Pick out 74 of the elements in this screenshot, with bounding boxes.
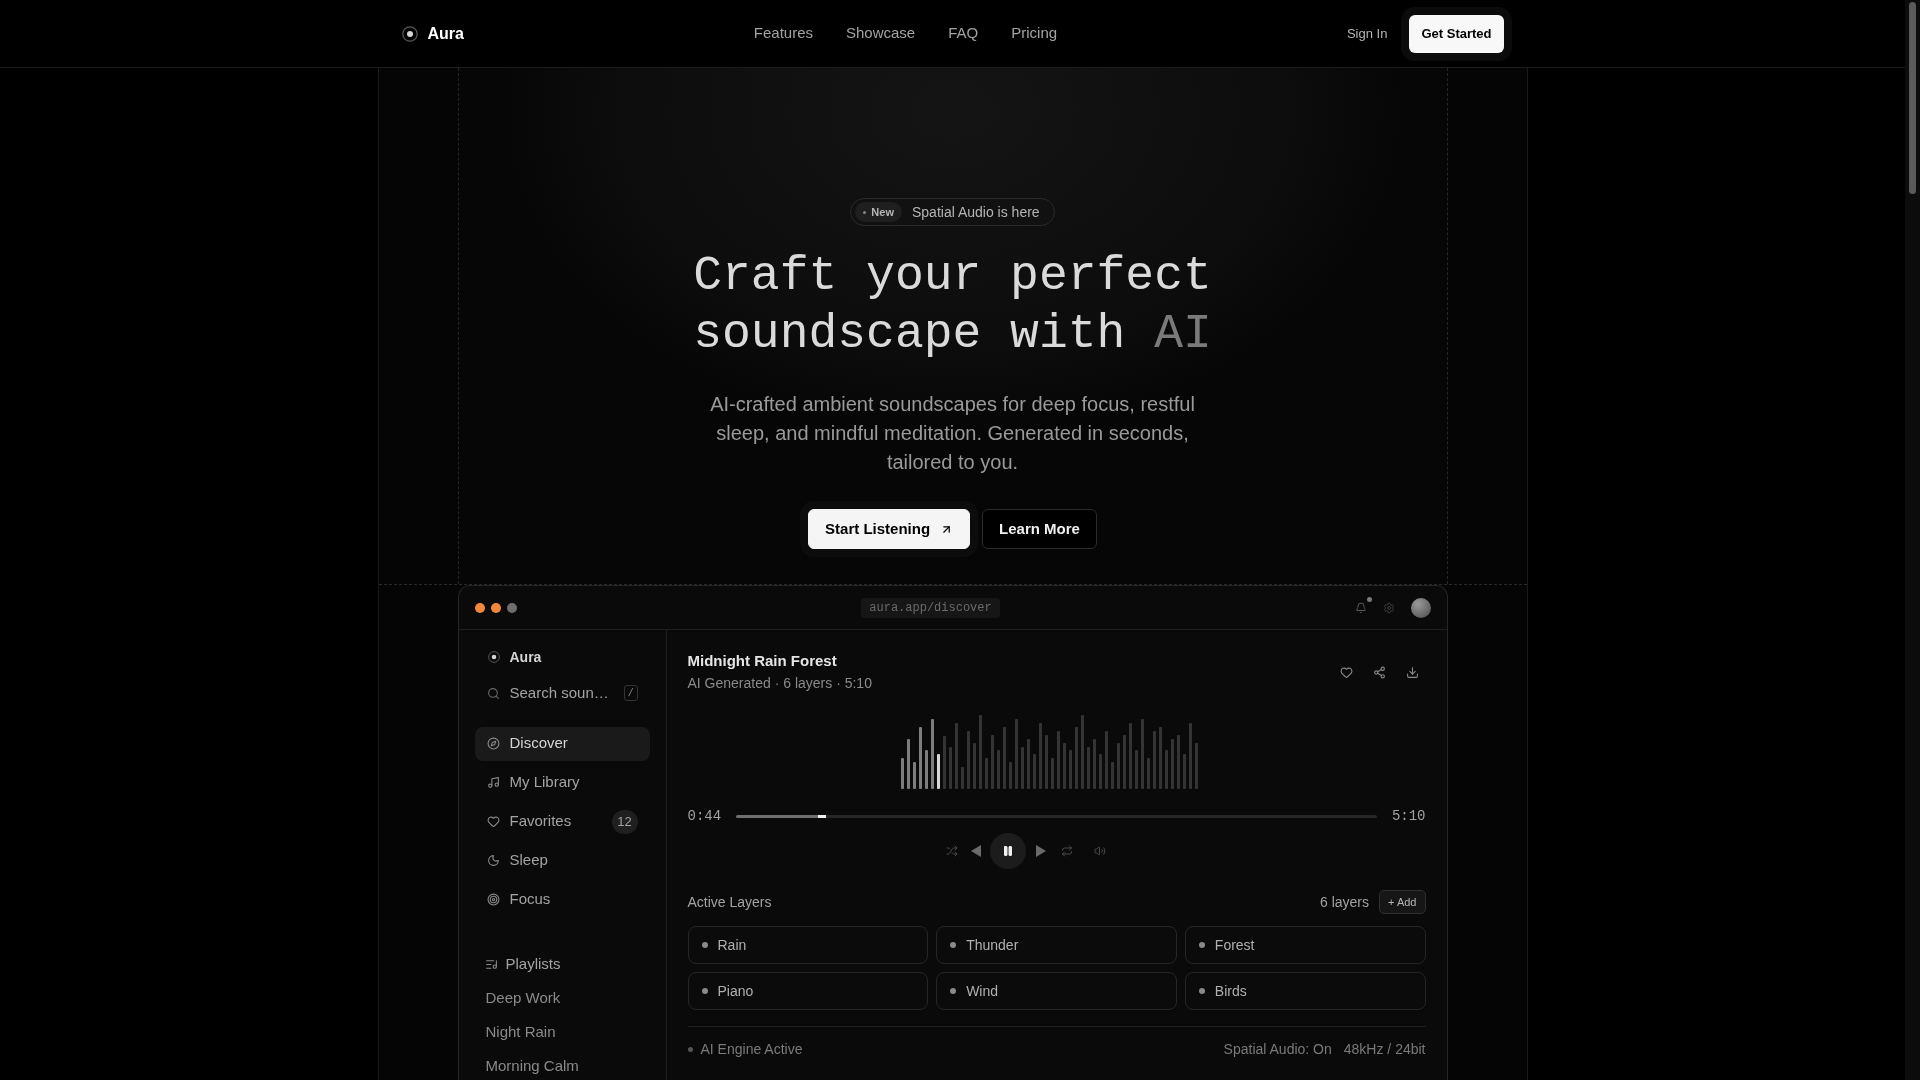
track-title: Midnight Rain Forest (687, 651, 838, 671)
engine-status: AI Engine Active (700, 1039, 803, 1059)
shortcut-key: / (623, 685, 638, 702)
playlist-link[interactable]: Night Rain (474, 1015, 650, 1050)
sidebar-item-label: Focus (509, 889, 551, 910)
learn-more-button[interactable]: Learn More (982, 509, 1097, 549)
layer-count: 6 layers (1320, 892, 1370, 912)
layer-card[interactable]: Forest (1184, 926, 1426, 964)
search-field[interactable]: Search soun… (509, 682, 614, 705)
section-title: Playlists (505, 954, 561, 975)
nav-link[interactable]: FAQ (948, 22, 979, 45)
heart-icon (486, 815, 500, 828)
shuffle-icon[interactable] (945, 845, 958, 857)
layer-name: Forest (1214, 935, 1255, 955)
brand-name: Aura (509, 647, 542, 667)
sidebar-item-label: Sleep (509, 850, 548, 871)
search-icon (486, 686, 500, 700)
sidebar-item-label: My Library (509, 772, 580, 793)
target-icon (486, 893, 500, 906)
layer-card[interactable]: Thunder (936, 926, 1177, 964)
spatial-audio-status: Spatial Audio: On (1223, 1039, 1332, 1059)
heart-icon (1340, 665, 1353, 679)
logo-icon (487, 651, 500, 663)
sidebar-item-label: Favorites (509, 811, 572, 832)
layer-name: Rain (717, 935, 747, 955)
layer-name: Thunder (966, 935, 1019, 955)
sidebar-item[interactable]: Focus (474, 882, 650, 917)
layer-card[interactable]: Piano (687, 972, 929, 1010)
section-title: Active Layers (687, 892, 772, 912)
badge-text: New (871, 204, 894, 220)
layer-card[interactable]: Wind (936, 972, 1177, 1010)
track-meta: AI Generated · 6 layers · 5:10 (687, 674, 872, 693)
add-layer-button[interactable]: + Add (1379, 890, 1426, 914)
hero-heading: Craft your perfect soundscape with AI (692, 248, 1213, 363)
avatar-icon[interactable] (1410, 597, 1431, 618)
layer-name: Wind (966, 981, 999, 1001)
sign-in-link[interactable]: Sign In (1346, 23, 1388, 44)
sidebar-item-label: Discover (509, 733, 568, 754)
sidebar-item[interactable]: My Library (474, 765, 650, 800)
announcement-text: Spatial Audio is here (912, 202, 1040, 222)
duration-time: 5:10 (1391, 806, 1426, 826)
layer-card[interactable]: Rain (687, 926, 929, 964)
nav-link[interactable]: Features (753, 22, 813, 45)
share-icon (1373, 665, 1386, 679)
music-note-icon (486, 776, 500, 789)
playlist-link[interactable]: Morning Calm (474, 1049, 650, 1080)
download-icon (1406, 665, 1419, 679)
next-icon[interactable] (1035, 845, 1046, 857)
sidebar-item[interactable]: Discover (474, 726, 650, 761)
count-badge: 12 (611, 809, 638, 834)
bell-icon[interactable] (1354, 601, 1367, 614)
playlist-icon (484, 958, 498, 971)
layer-name: Piano (717, 981, 754, 1001)
layer-name: Birds (1214, 981, 1247, 1001)
elapsed-time: 0:44 (687, 806, 722, 826)
moon-icon (486, 854, 500, 867)
logo-icon (401, 25, 418, 42)
announcement-pill[interactable]: New Spatial Audio is here (850, 198, 1055, 226)
previous-icon[interactable] (970, 845, 981, 857)
sidebar-item[interactable]: Sleep (474, 843, 650, 878)
audio-format: 48kHz / 24bit (1343, 1039, 1426, 1059)
volume-icon[interactable] (1093, 845, 1106, 857)
sidebar-item[interactable]: Favorites 12 (474, 804, 650, 839)
playlist-link[interactable]: Deep Work (474, 981, 650, 1016)
brand-name: Aura (427, 23, 464, 44)
compass-icon (486, 737, 500, 750)
pause-button[interactable] (989, 833, 1026, 869)
scrollbar[interactable] (1905, 0, 1920, 1080)
nav-link[interactable]: Pricing (1011, 22, 1058, 45)
scrollbar-thumb[interactable] (1909, 2, 1916, 194)
layer-card[interactable]: Birds (1184, 972, 1426, 1010)
pause-icon (1001, 845, 1014, 857)
hero-subtitle: AI-crafted ambient soundscapes for deep focus, restful sleep, and mindful meditation. Generated in seconds, tailored to you. (709, 392, 1196, 475)
nav-link[interactable]: Showcase (846, 22, 916, 45)
